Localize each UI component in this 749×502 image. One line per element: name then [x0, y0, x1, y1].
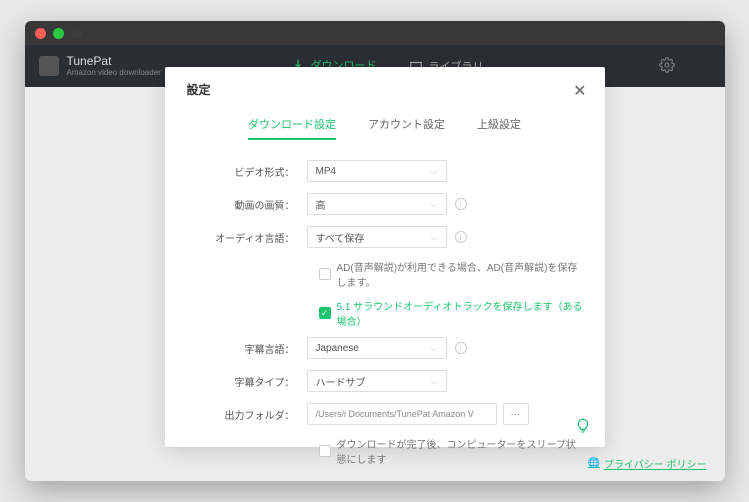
checkbox-unchecked[interactable]: [319, 268, 331, 280]
settings-icon[interactable]: [659, 57, 675, 73]
video-quality-select[interactable]: 高 ⌵: [307, 193, 447, 215]
tab-download-settings[interactable]: ダウンロード設定: [248, 116, 336, 140]
privacy-policy-link[interactable]: 🌐 プライバシー ポリシー: [587, 456, 706, 471]
output-folder-input[interactable]: /Users/i Documents/TunePat Amazon V: [307, 403, 497, 425]
brand-subtitle: Amazon video downloader: [67, 68, 161, 78]
settings-tabs: ダウンロード設定 アカウント設定 上級設定: [187, 116, 583, 140]
privacy-label: プライバシー ポリシー: [604, 456, 707, 471]
tip-icon[interactable]: [575, 418, 591, 437]
chevron-down-icon: ⌵: [431, 199, 438, 210]
tab-account-settings[interactable]: アカウント設定: [368, 116, 445, 140]
titlebar: [25, 21, 725, 45]
sleep-check-label: ダウンロードが完了後、コンピューターをスリープ状態にします: [337, 436, 583, 466]
audio-language-value: すべて保存: [316, 230, 365, 245]
window-close-button[interactable]: [35, 28, 46, 39]
globe-icon: 🌐: [587, 458, 599, 469]
info-icon[interactable]: i: [455, 231, 467, 243]
info-icon[interactable]: i: [455, 342, 467, 354]
modal-title: 設定: [187, 81, 583, 98]
brand-icon: [39, 56, 59, 76]
brand: TunePat Amazon video downloader: [39, 54, 161, 78]
subtitle-language-select[interactable]: Japanese ⌵: [307, 337, 447, 359]
subtitle-language-label: 字幕言語：: [187, 341, 307, 356]
sleep-checkbox-row[interactable]: ダウンロードが完了後、コンピューターをスリープ状態にします: [319, 436, 583, 466]
audio-language-select[interactable]: すべて保存 ⌵: [307, 226, 447, 248]
browse-folder-button[interactable]: ···: [503, 403, 529, 425]
surround-check-label: 5.1 サラウンドオーディオトラックを保存します（ある場合）: [337, 298, 583, 328]
chevron-down-icon: ⌵: [431, 166, 438, 177]
brand-name: TunePat: [67, 54, 161, 68]
output-folder-value: /Users/i Documents/TunePat Amazon V: [316, 409, 474, 419]
window-maximize-button[interactable]: [71, 28, 82, 39]
ad-checkbox-row[interactable]: AD(音声解説)が利用できる場合、AD(音声解説)を保存します。: [319, 259, 583, 289]
info-icon[interactable]: i: [455, 198, 467, 210]
subtitle-type-select[interactable]: ハードサブ ⌵: [307, 370, 447, 392]
video-quality-label: 動画の画質：: [187, 197, 307, 212]
window-minimize-button[interactable]: [53, 28, 64, 39]
chevron-down-icon: ⌵: [431, 376, 438, 387]
checkbox-unchecked[interactable]: [319, 445, 331, 457]
video-quality-value: 高: [316, 197, 326, 212]
subtitle-type-label: 字幕タイプ：: [187, 374, 307, 389]
video-format-select[interactable]: MP4 ⌵: [307, 160, 447, 182]
app-window: TunePat Amazon video downloader ダウンロード ラ…: [25, 21, 725, 481]
tab-advanced-settings[interactable]: 上級設定: [477, 116, 521, 140]
chevron-down-icon: ⌵: [431, 232, 438, 243]
chevron-down-icon: ⌵: [431, 343, 438, 354]
settings-form: ビデオ形式： MP4 ⌵ 動画の画質： 高 ⌵ i オーディオ言語： すべて保存: [187, 160, 583, 466]
close-icon[interactable]: ✕: [573, 81, 586, 101]
output-folder-label: 出力フォルダ：: [187, 407, 307, 422]
checkbox-checked[interactable]: ✓: [319, 307, 331, 319]
subtitle-type-value: ハードサブ: [316, 374, 366, 389]
video-format-value: MP4: [316, 166, 337, 177]
video-format-label: ビデオ形式：: [187, 164, 307, 179]
subtitle-language-value: Japanese: [316, 343, 359, 354]
settings-modal: 設定 ✕ ダウンロード設定 アカウント設定 上級設定 ビデオ形式： MP4 ⌵ …: [165, 67, 605, 447]
audio-language-label: オーディオ言語：: [187, 230, 307, 245]
ad-check-label: AD(音声解説)が利用できる場合、AD(音声解説)を保存します。: [337, 259, 583, 289]
surround-checkbox-row[interactable]: ✓ 5.1 サラウンドオーディオトラックを保存します（ある場合）: [319, 298, 583, 328]
